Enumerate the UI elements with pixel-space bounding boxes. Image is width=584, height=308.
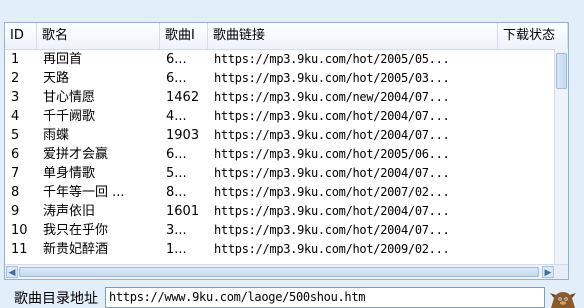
mascot-icon bbox=[550, 292, 576, 308]
column-header-song-link[interactable]: 歌曲链接 bbox=[208, 23, 498, 49]
table-row[interactable]: 8 千年等一回 ... 8... https://mp3.9ku.com/hot/20… bbox=[5, 183, 555, 202]
cell-song-name: 再回首 bbox=[43, 52, 83, 67]
cell-song-link: https://mp3.9ku.com/hot/2004/07... bbox=[214, 204, 450, 218]
cell-song-id: 6... bbox=[166, 147, 187, 162]
cell-song-name: 雨蝶 bbox=[43, 128, 70, 143]
cell-id: 7 bbox=[11, 166, 20, 181]
cell-song-name: 单身情歌 bbox=[43, 166, 96, 181]
cell-song-id: 1462 bbox=[166, 90, 200, 105]
cell-song-id: 3... bbox=[166, 223, 187, 238]
cell-song-id: 5... bbox=[166, 166, 187, 181]
cell-song-id: 1... bbox=[166, 242, 187, 257]
cell-id: 11 bbox=[11, 242, 28, 257]
cell-id: 1 bbox=[11, 52, 20, 67]
directory-url-label: 歌曲目录地址 bbox=[14, 291, 98, 307]
cell-song-name: 甘心情愿 bbox=[43, 90, 96, 105]
table-row[interactable]: 7 单身情歌 5... https://mp3.9ku.com/hot/2004/07… bbox=[5, 164, 555, 183]
table-row[interactable]: 4 千千阙歌 4... https://mp3.9ku.com/hot/2004/07… bbox=[5, 107, 555, 126]
cell-song-link: https://mp3.9ku.com/hot/2007/02... bbox=[214, 185, 450, 199]
horizontal-scroll-thumb[interactable] bbox=[19, 267, 539, 277]
table-header: ID 歌名 歌曲I 歌曲链接 下载状态 bbox=[5, 23, 568, 50]
scroll-left-icon[interactable]: ◀ bbox=[6, 266, 18, 278]
cell-id: 5 bbox=[11, 128, 20, 143]
cell-song-link: https://mp3.9ku.com/new/2004/07... bbox=[214, 90, 450, 104]
cell-song-name: 天路 bbox=[43, 71, 70, 86]
cell-song-name: 涛声依旧 bbox=[43, 204, 96, 219]
scroll-right-icon[interactable]: ▶ bbox=[542, 266, 554, 278]
table-row[interactable]: 3 甘心情愿 1462 https://mp3.9ku.com/new/2004/07… bbox=[5, 88, 555, 107]
scrollbar-corner bbox=[555, 265, 568, 279]
cell-song-id: 6... bbox=[166, 52, 187, 67]
column-header-download-status[interactable]: 下载状态 bbox=[498, 23, 568, 49]
cell-song-id: 1601 bbox=[166, 204, 200, 219]
cell-song-link: https://mp3.9ku.com/hot/2005/06... bbox=[214, 147, 450, 161]
table-row[interactable]: 9 涛声依旧 1601 https://mp3.9ku.com/hot/2004/07… bbox=[5, 202, 555, 221]
song-list-table[interactable]: ID 歌名 歌曲I 歌曲链接 下载状态 1 再回首 6... https://mp3.… bbox=[4, 22, 569, 280]
cell-song-name: 新贵妃醉酒 bbox=[43, 242, 109, 257]
cell-song-link: https://mp3.9ku.com/hot/2009/02... bbox=[214, 242, 450, 256]
cell-song-id: 4... bbox=[166, 109, 187, 124]
cell-id: 10 bbox=[11, 223, 28, 238]
cell-song-link: https://mp3.9ku.com/hot/2004/07... bbox=[214, 223, 450, 237]
cell-song-name: 千年等一回 ... bbox=[43, 185, 125, 200]
cell-song-name: 我只在乎你 bbox=[43, 223, 109, 238]
cell-id: 8 bbox=[11, 185, 20, 200]
cell-song-id: 6... bbox=[166, 71, 187, 86]
cell-song-link: https://mp3.9ku.com/hot/2005/03... bbox=[214, 71, 450, 85]
cell-song-id: 1903 bbox=[166, 128, 200, 143]
table-row[interactable]: 2 天路 6... https://mp3.9ku.com/hot/2005/03..… bbox=[5, 69, 555, 88]
table-row[interactable]: 1 再回首 6... https://mp3.9ku.com/hot/2005/05.… bbox=[5, 50, 555, 69]
cell-song-id: 8... bbox=[166, 185, 187, 200]
table-row[interactable]: 11 新贵妃醉酒 1... https://mp3.9ku.com/hot/2009/… bbox=[5, 240, 555, 259]
cell-song-link: https://mp3.9ku.com/hot/2004/07... bbox=[214, 109, 450, 123]
cell-song-link: https://mp3.9ku.com/hot/2005/05... bbox=[214, 52, 450, 66]
cell-id: 3 bbox=[11, 90, 20, 105]
cell-id: 9 bbox=[11, 204, 20, 219]
vertical-scroll-thumb[interactable] bbox=[556, 53, 567, 89]
cell-song-link: https://mp3.9ku.com/hot/2004/07... bbox=[214, 166, 450, 180]
table-row[interactable]: 5 雨蝶 1903 https://mp3.9ku.com/hot/2004/07..… bbox=[5, 126, 555, 145]
cell-id: 2 bbox=[11, 71, 20, 86]
cell-song-name: 千千阙歌 bbox=[43, 109, 96, 124]
column-header-id[interactable]: ID bbox=[5, 23, 37, 49]
horizontal-scrollbar[interactable]: ◀ ▶ bbox=[5, 264, 568, 279]
table-row[interactable]: 10 我只在乎你 3... https://mp3.9ku.com/hot/2004/… bbox=[5, 221, 555, 240]
column-header-song-name[interactable]: 歌名 bbox=[37, 23, 160, 49]
table-row[interactable]: 6 爱拼才会赢 6... https://mp3.9ku.com/hot/2005/0… bbox=[5, 145, 555, 164]
vertical-scrollbar[interactable] bbox=[554, 49, 568, 266]
cell-song-name: 爱拼才会赢 bbox=[43, 147, 109, 162]
cell-song-link: https://mp3.9ku.com/hot/2004/07... bbox=[214, 128, 450, 142]
cell-id: 6 bbox=[11, 147, 20, 162]
cell-id: 4 bbox=[11, 109, 20, 124]
directory-url-input[interactable]: https://www.9ku.com/laoge/500shou.htm bbox=[105, 287, 545, 308]
column-header-song-id[interactable]: 歌曲I bbox=[160, 23, 208, 49]
